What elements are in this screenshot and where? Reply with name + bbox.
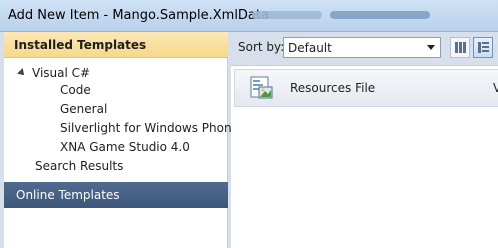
list-view-icon xyxy=(482,50,489,52)
list-view-icon xyxy=(478,42,481,53)
title-bar-obscured-region xyxy=(252,11,322,19)
list-view-icon xyxy=(482,46,489,48)
template-list: Resources File V xyxy=(231,65,498,248)
tree-item-search-results[interactable]: Search Results xyxy=(26,157,126,176)
grid-view-icon xyxy=(463,42,466,53)
grid-view-icon xyxy=(455,42,458,53)
sort-by-label: Sort by: xyxy=(238,40,285,54)
grid-view-icon xyxy=(459,42,462,53)
template-item-type-text: V xyxy=(493,81,498,95)
sort-by-value: Default xyxy=(288,41,332,55)
tree-item-silverlight-windows-phone[interactable]: Silverlight for Windows Phone xyxy=(46,119,239,138)
tree-item-label: Code xyxy=(60,83,91,97)
chevron-down-icon xyxy=(427,45,435,50)
online-templates-header[interactable]: Online Templates xyxy=(4,182,228,208)
installed-templates-label: Installed Templates xyxy=(14,38,147,52)
resources-file-icon xyxy=(250,76,273,99)
templates-list-pane: Sort by: Default Resources File V xyxy=(231,32,498,248)
tree-item-label: Silverlight for Windows Phone xyxy=(60,121,239,135)
tree-item-xna-game-studio[interactable]: XNA Game Studio 4.0 xyxy=(46,138,216,157)
template-item-label: Resources File xyxy=(290,81,376,95)
title-bar: Add New Item - Mango.Sample.XmlData xyxy=(0,0,498,32)
window-title: Add New Item - Mango.Sample.XmlData xyxy=(8,8,269,23)
online-templates-label: Online Templates xyxy=(16,188,120,202)
list-view-icon xyxy=(482,42,489,44)
template-categories-pane: Installed Templates Visual C# Code Gener… xyxy=(4,32,239,248)
installed-templates-header[interactable]: Installed Templates xyxy=(4,32,228,58)
tree-item-code[interactable]: Code xyxy=(46,81,216,100)
tree-item-label: General xyxy=(60,102,108,116)
sort-by-dropdown[interactable]: Default xyxy=(283,37,441,58)
tree-item-label: Search Results xyxy=(35,159,124,173)
tree-item-general[interactable]: General xyxy=(46,100,216,119)
tree-item-label: XNA Game Studio 4.0 xyxy=(60,140,190,154)
small-icons-view-button[interactable] xyxy=(450,37,470,58)
title-bar-obscured-region xyxy=(330,11,430,19)
expand-arrow-icon[interactable] xyxy=(17,68,27,78)
sort-toolbar: Sort by: Default xyxy=(231,32,498,62)
medium-icons-view-button[interactable] xyxy=(473,37,493,58)
template-item-resources-file[interactable]: Resources File V xyxy=(234,69,498,107)
